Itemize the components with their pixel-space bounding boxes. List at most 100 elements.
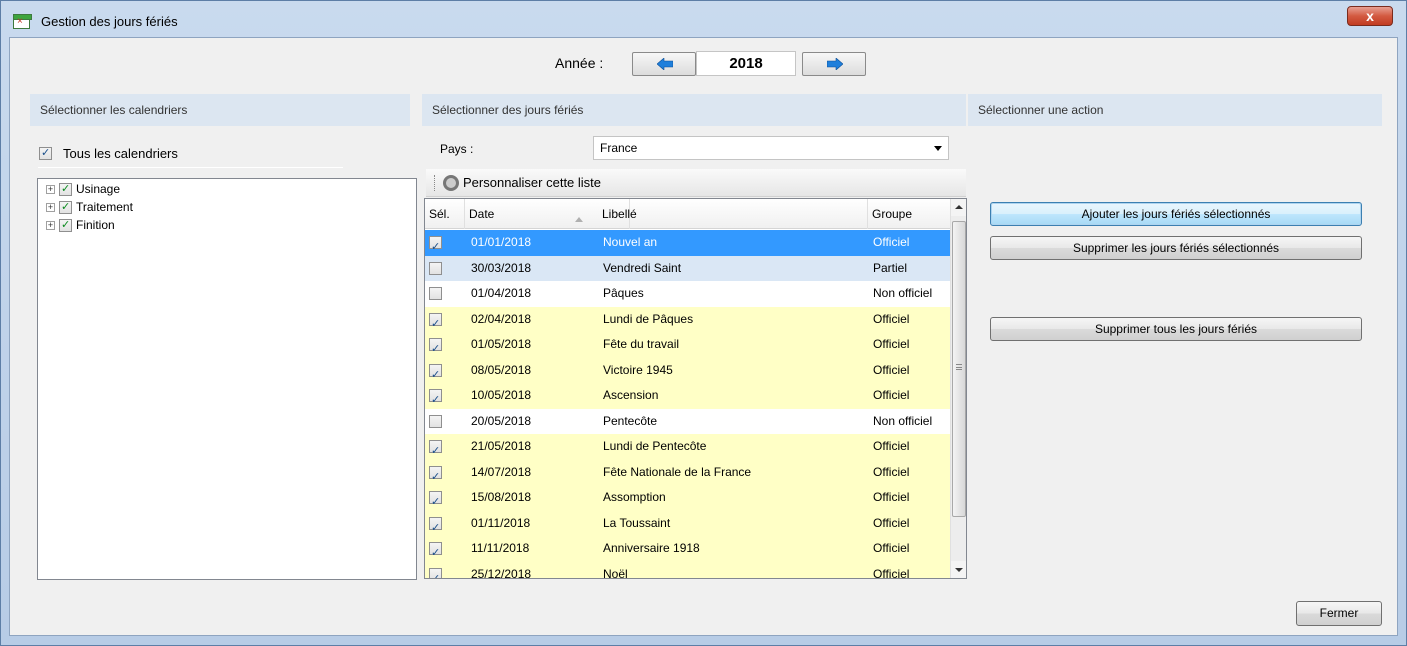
row-checkbox[interactable] bbox=[429, 414, 442, 428]
expand-icon[interactable]: + bbox=[46, 220, 55, 230]
tree-item-traitement[interactable]: + Traitement bbox=[46, 200, 133, 214]
table-row[interactable]: 01/11/2018 La Toussaint Officiel bbox=[425, 510, 951, 541]
row-label: Fête Nationale de la France bbox=[603, 464, 752, 479]
row-checkbox[interactable] bbox=[429, 465, 442, 490]
row-label: Pentecôte bbox=[603, 413, 658, 428]
toolbar-grip bbox=[434, 174, 437, 191]
row-checkbox[interactable] bbox=[429, 337, 442, 362]
chevron-down-icon bbox=[934, 146, 942, 151]
tree-item-label: Finition bbox=[76, 218, 115, 232]
year-value[interactable]: 2018 bbox=[696, 51, 796, 76]
table-row[interactable]: 02/04/2018 Lundi de Pâques Officiel bbox=[425, 306, 951, 337]
table-row[interactable]: 01/05/2018 Fête du travail Officiel bbox=[425, 332, 951, 362]
row-group: Officiel bbox=[873, 311, 910, 326]
row-group: Non officiel bbox=[873, 413, 933, 428]
row-checkbox[interactable] bbox=[429, 439, 442, 464]
row-label: Ascension bbox=[603, 388, 659, 402]
table-row[interactable]: 11/11/2018 Anniversaire 1918 Officiel bbox=[425, 536, 951, 566]
calendar-checkbox[interactable] bbox=[59, 218, 72, 232]
row-date: 14/07/2018 bbox=[471, 464, 532, 479]
country-select[interactable]: France bbox=[593, 136, 949, 160]
row-checkbox[interactable] bbox=[429, 388, 442, 413]
table-row[interactable]: 01/04/2018 Pâques Non officiel bbox=[425, 281, 951, 307]
row-label: Pâques bbox=[603, 286, 644, 300]
row-checkbox[interactable] bbox=[429, 490, 442, 515]
table-row[interactable]: 08/05/2018 Victoire 1945 Officiel bbox=[425, 357, 951, 388]
row-label: Assomption bbox=[603, 490, 666, 504]
column-header-sel[interactable]: Sél. bbox=[425, 199, 465, 229]
divider bbox=[38, 167, 343, 168]
dialog-window: Gestion des jours fériés x Année : 2018 … bbox=[0, 0, 1407, 646]
row-date: 01/01/2018 bbox=[471, 235, 532, 249]
customize-list-button[interactable]: Personnaliser cette liste bbox=[463, 175, 601, 190]
row-label: Nouvel an bbox=[603, 235, 658, 249]
table-row[interactable]: 15/08/2018 Assomption Officiel bbox=[425, 485, 951, 515]
column-header-group[interactable]: Groupe bbox=[868, 199, 951, 229]
row-group: Officiel bbox=[873, 490, 910, 504]
row-checkbox[interactable] bbox=[429, 516, 442, 541]
table-row[interactable]: 21/05/2018 Lundi de Pentecôte Officiel bbox=[425, 434, 951, 464]
customize-toolbar: Personnaliser cette liste bbox=[426, 169, 966, 197]
year-label: Année : bbox=[555, 55, 604, 71]
row-group: Officiel bbox=[873, 362, 910, 377]
calendar-checkbox[interactable] bbox=[59, 200, 72, 214]
scroll-thumb[interactable] bbox=[952, 221, 966, 517]
table-row[interactable]: 20/05/2018 Pentecôte Non officiel bbox=[425, 408, 951, 434]
table-row[interactable]: 10/05/2018 Ascension Officiel bbox=[425, 383, 951, 413]
row-date: 20/05/2018 bbox=[471, 413, 532, 428]
scroll-up-button[interactable] bbox=[951, 199, 966, 216]
column-header-label[interactable]: Libellé bbox=[598, 199, 868, 229]
row-label: Lundi de Pentecôte bbox=[603, 439, 707, 453]
remove-selected-holidays-button[interactable]: Supprimer les jours fériés sélectionnés bbox=[990, 236, 1362, 260]
grid-vertical-scrollbar[interactable] bbox=[950, 199, 966, 578]
row-date: 30/03/2018 bbox=[471, 260, 532, 275]
row-group: Officiel bbox=[873, 541, 910, 555]
row-checkbox[interactable] bbox=[429, 261, 442, 275]
expand-icon[interactable]: + bbox=[46, 202, 55, 212]
row-date: 25/12/2018 bbox=[471, 566, 532, 579]
row-group: Non officiel bbox=[873, 286, 933, 300]
calendar-icon bbox=[13, 14, 32, 29]
scroll-down-button[interactable] bbox=[951, 561, 966, 578]
row-group: Officiel bbox=[873, 235, 910, 249]
tree-item-finition[interactable]: + Finition bbox=[46, 218, 115, 232]
all-calendars-checkbox[interactable] bbox=[39, 146, 52, 160]
row-date: 01/11/2018 bbox=[471, 515, 531, 530]
all-calendars-checkbox-row[interactable]: Tous les calendriers bbox=[39, 146, 178, 161]
country-value: France bbox=[600, 141, 638, 155]
row-label: Noël bbox=[603, 566, 628, 579]
row-label: Anniversaire 1918 bbox=[603, 541, 700, 555]
table-row[interactable]: 25/12/2018 Noël Officiel bbox=[425, 561, 951, 579]
arrow-up-icon bbox=[955, 205, 963, 209]
row-label: Fête du travail bbox=[603, 337, 680, 351]
row-checkbox[interactable] bbox=[429, 541, 442, 566]
row-checkbox[interactable] bbox=[429, 235, 442, 260]
all-calendars-label: Tous les calendriers bbox=[63, 146, 178, 161]
row-checkbox[interactable] bbox=[429, 287, 442, 300]
row-checkbox[interactable] bbox=[429, 312, 442, 337]
row-checkbox[interactable] bbox=[429, 363, 442, 388]
row-label: Victoire 1945 bbox=[603, 362, 673, 377]
add-selected-holidays-button[interactable]: Ajouter les jours fériés sélectionnés bbox=[990, 202, 1362, 226]
row-label: La Toussaint bbox=[603, 515, 671, 530]
tree-item-usinage[interactable]: + Usinage bbox=[46, 182, 120, 196]
gear-icon[interactable] bbox=[443, 174, 459, 191]
window-close-button[interactable]: x bbox=[1347, 6, 1393, 26]
remove-all-holidays-button[interactable]: Supprimer tous les jours fériés bbox=[990, 317, 1362, 341]
expand-icon[interactable]: + bbox=[46, 184, 55, 194]
table-row[interactable]: 30/03/2018 Vendredi Saint Partiel bbox=[425, 255, 951, 281]
row-group: Officiel bbox=[873, 566, 910, 579]
arrow-right-icon bbox=[827, 58, 843, 70]
close-button[interactable]: Fermer bbox=[1296, 601, 1382, 626]
previous-year-button[interactable] bbox=[632, 52, 696, 76]
actions-section-header: Sélectionner une action bbox=[968, 94, 1382, 126]
table-row[interactable]: 01/01/2018 Nouvel an Officiel bbox=[425, 230, 951, 260]
row-label: Vendredi Saint bbox=[603, 260, 682, 275]
calendar-checkbox[interactable] bbox=[59, 182, 72, 196]
table-row[interactable]: 14/07/2018 Fête Nationale de la France O… bbox=[425, 459, 951, 490]
row-checkbox[interactable] bbox=[429, 567, 442, 578]
row-group: Officiel bbox=[873, 337, 910, 351]
calendar-tree: + Usinage + Traitement + Finition bbox=[37, 178, 417, 580]
row-group: Partiel bbox=[873, 260, 908, 275]
next-year-button[interactable] bbox=[802, 52, 866, 76]
